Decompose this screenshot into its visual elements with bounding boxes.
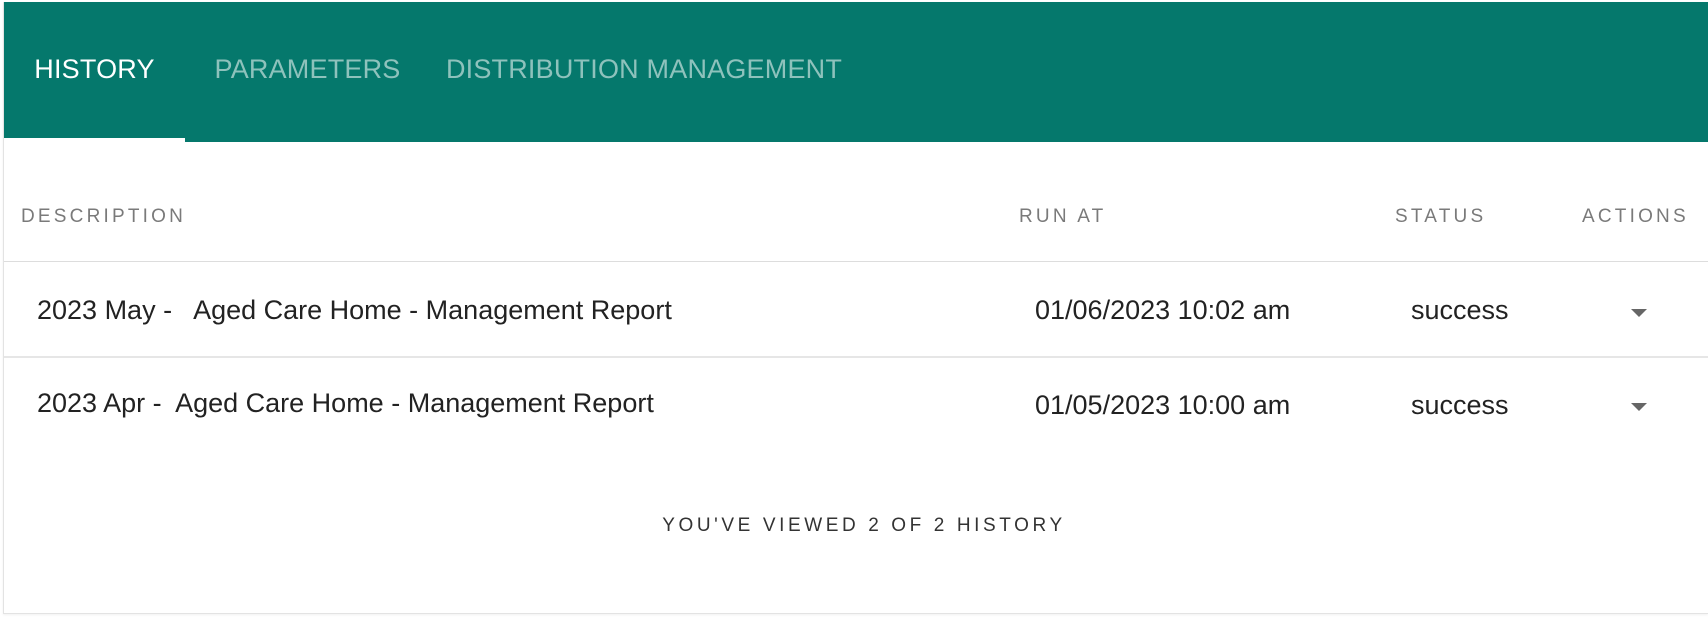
column-header-status[interactable]: STATUS (1395, 206, 1486, 228)
row-run-at: 01/05/2023 10:00 am (1035, 390, 1291, 420)
table-header: DESCRIPTION RUN AT STATUS ACTIONS (4, 142, 1708, 262)
table-row: 2023 May - Aged Care Home - Management R… (4, 262, 1708, 358)
table-row: 2023 Apr - Aged Care Home - Management R… (4, 358, 1708, 454)
tab-parameters[interactable]: PARAMETERS (185, 2, 430, 142)
history-count-footer: YOU'VE VIEWED 2 OF 2 HISTORY (662, 515, 1066, 536)
row-status: success (1411, 295, 1509, 325)
tab-bar: HISTORY PARAMETERS DISTRIBUTION MANAGEME… (4, 2, 1708, 142)
row-status: success (1411, 390, 1509, 420)
tab-parameters-label: PARAMETERS (214, 53, 401, 84)
caret-down-icon[interactable] (1626, 393, 1652, 419)
row-description: 2023 May - Aged Care Home - Management R… (37, 295, 672, 325)
column-header-description[interactable]: DESCRIPTION (21, 206, 186, 228)
tab-history-label: HISTORY (34, 53, 155, 84)
row-description: 2023 Apr - Aged Care Home - Management R… (37, 388, 654, 418)
column-header-run-at[interactable]: RUN AT (1019, 206, 1106, 228)
row-run-at: 01/06/2023 10:02 am (1035, 295, 1291, 325)
history-panel: HISTORY PARAMETERS DISTRIBUTION MANAGEME… (3, 2, 1708, 614)
tab-distribution-management[interactable]: DISTRIBUTION MANAGEMENT (430, 2, 858, 142)
tab-history[interactable]: HISTORY (4, 2, 185, 142)
caret-down-icon[interactable] (1626, 299, 1652, 325)
column-header-actions: ACTIONS (1582, 206, 1689, 227)
tab-distribution-management-label: DISTRIBUTION MANAGEMENT (445, 53, 843, 84)
